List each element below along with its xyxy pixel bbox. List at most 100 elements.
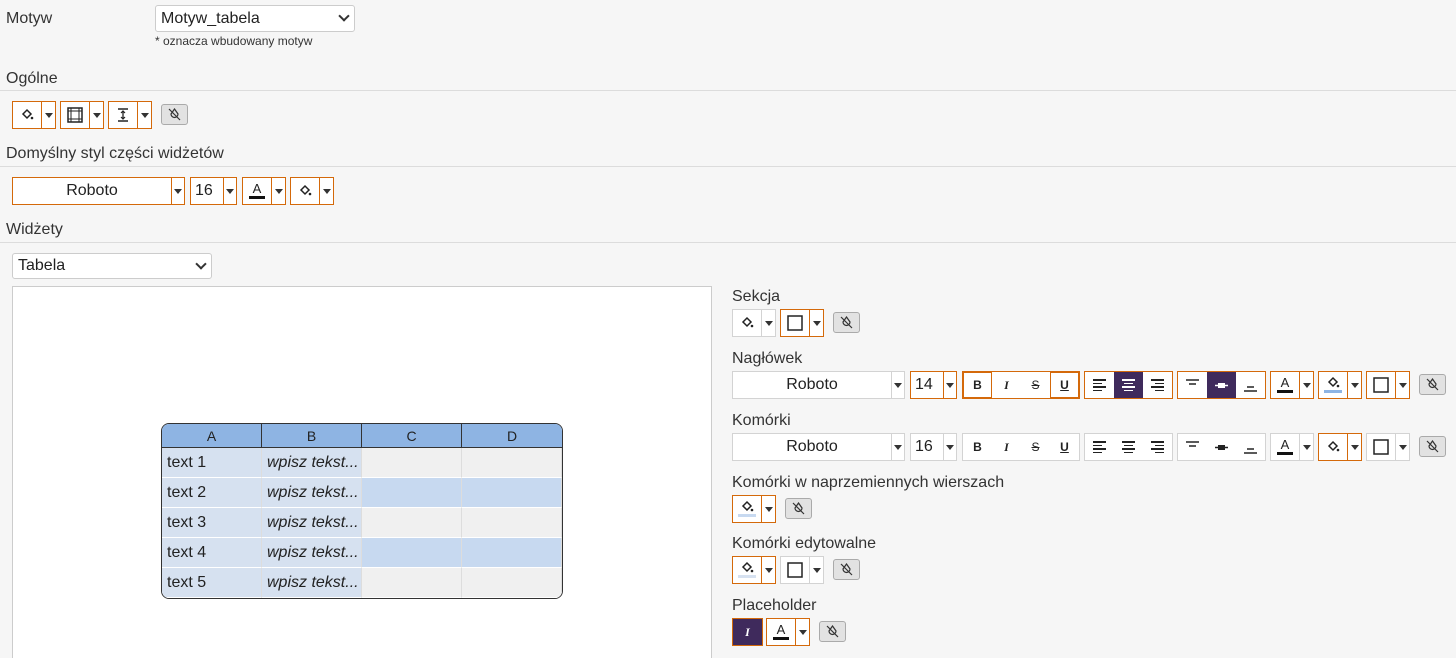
align-right-icon[interactable] [1143, 434, 1172, 460]
align-bottom-icon[interactable] [1236, 372, 1265, 398]
dropdown-arrow-icon[interactable] [137, 102, 151, 128]
dropdown-arrow-icon[interactable] [1347, 372, 1361, 398]
header-fill-button[interactable] [1318, 371, 1362, 399]
chevron-down-icon [338, 10, 350, 22]
default-size-select[interactable]: 16 [190, 177, 237, 205]
dropdown-arrow-icon[interactable] [223, 178, 236, 204]
table-cell [462, 448, 562, 478]
font-value: Roboto [786, 438, 838, 455]
font-value: Roboto [786, 376, 838, 393]
dropdown-arrow-icon[interactable] [1299, 372, 1313, 398]
align-top-icon[interactable] [1178, 434, 1207, 460]
underline-icon[interactable]: U [1050, 434, 1079, 460]
align-middle-icon[interactable] [1207, 372, 1236, 398]
reset-style-button[interactable] [1419, 374, 1446, 395]
reset-style-button[interactable] [819, 621, 846, 642]
table-cell[interactable]: wpisz tekst... [262, 508, 362, 538]
header-border-button[interactable] [1366, 371, 1410, 399]
cells-format-group: B I S U [962, 433, 1080, 461]
dropdown-arrow-icon[interactable] [809, 557, 823, 583]
bold-icon[interactable]: B [963, 434, 992, 460]
header-size-select[interactable]: 14 [910, 371, 957, 399]
paint-bucket-icon [733, 496, 761, 522]
header-text-color-button[interactable]: A [1270, 371, 1314, 399]
table-cell[interactable]: wpisz tekst... [262, 448, 362, 478]
no-style-icon [168, 108, 181, 121]
alt-rows-fill-button[interactable] [732, 495, 776, 523]
size-value: 16 [915, 438, 933, 455]
dropdown-arrow-icon[interactable] [1347, 434, 1361, 460]
dropdown-arrow-icon[interactable] [761, 557, 775, 583]
dropdown-arrow-icon[interactable] [319, 178, 333, 204]
dropdown-arrow-icon[interactable] [761, 310, 775, 336]
reset-style-button[interactable] [161, 104, 188, 125]
dropdown-arrow-icon[interactable] [171, 178, 184, 204]
align-left-icon[interactable] [1085, 372, 1114, 398]
dropdown-arrow-icon[interactable] [891, 372, 904, 398]
widget-select[interactable]: Tabela [12, 253, 212, 279]
dropdown-arrow-icon[interactable] [1395, 434, 1409, 460]
general-fill-button[interactable] [12, 101, 56, 129]
section-fill-button[interactable] [732, 309, 776, 337]
strikethrough-icon[interactable]: S [1021, 372, 1050, 398]
general-border-button[interactable] [60, 101, 104, 129]
placeholder-text-color-button[interactable]: A [766, 618, 810, 646]
size-value: 14 [915, 376, 933, 393]
dropdown-arrow-icon[interactable] [943, 372, 956, 398]
default-font-select[interactable]: Roboto [12, 177, 185, 205]
section-border-button[interactable] [780, 309, 824, 337]
cells-size-select[interactable]: 16 [910, 433, 957, 461]
theme-select[interactable]: Motyw_tabela [155, 5, 355, 32]
default-text-color-button[interactable]: A [242, 177, 286, 205]
reset-style-button[interactable] [785, 498, 812, 519]
cells-font-select[interactable]: Roboto [732, 433, 905, 461]
dropdown-arrow-icon[interactable] [761, 496, 775, 522]
bold-icon[interactable]: B [963, 372, 992, 398]
dropdown-arrow-icon[interactable] [795, 619, 809, 645]
theme-hint: * oznacza wbudowany motyw [155, 34, 313, 48]
align-center-icon[interactable] [1114, 434, 1143, 460]
chevron-down-icon [195, 257, 207, 270]
align-left-icon[interactable] [1085, 434, 1114, 460]
cells-border-button[interactable] [1366, 433, 1410, 461]
italic-icon[interactable]: I [992, 372, 1021, 398]
align-middle-icon[interactable] [1207, 434, 1236, 460]
reset-style-button[interactable] [833, 312, 860, 333]
dropdown-arrow-icon[interactable] [1395, 372, 1409, 398]
reset-style-button[interactable] [1419, 436, 1446, 457]
dropdown-arrow-icon[interactable] [89, 102, 103, 128]
table-cell [462, 568, 562, 598]
italic-icon[interactable]: I [992, 434, 1021, 460]
align-center-icon[interactable] [1114, 372, 1143, 398]
text-color-icon: A [1271, 434, 1299, 460]
dropdown-arrow-icon[interactable] [1299, 434, 1313, 460]
dropdown-arrow-icon[interactable] [891, 434, 904, 460]
editable-fill-button[interactable] [732, 556, 776, 584]
theme-label: Motyw [6, 10, 53, 27]
general-spacing-button[interactable] [108, 101, 152, 129]
align-top-icon[interactable] [1178, 372, 1207, 398]
alt-rows-title: Komórki w naprzemiennych wierszach [732, 474, 1005, 491]
header-font-select[interactable]: Roboto [732, 371, 905, 399]
reset-style-button[interactable] [833, 559, 860, 580]
dropdown-arrow-icon[interactable] [41, 102, 55, 128]
table-cell[interactable]: wpisz tekst... [262, 478, 362, 508]
divider [0, 166, 1456, 167]
editable-border-button[interactable] [780, 556, 824, 584]
dropdown-arrow-icon[interactable] [809, 310, 823, 336]
table-cell[interactable]: wpisz tekst... [262, 568, 362, 598]
strikethrough-icon[interactable]: S [1021, 434, 1050, 460]
dropdown-arrow-icon[interactable] [271, 178, 285, 204]
paint-bucket-icon [13, 102, 41, 128]
cells-text-color-button[interactable]: A [1270, 433, 1314, 461]
dropdown-arrow-icon[interactable] [943, 434, 956, 460]
no-style-icon [1426, 378, 1439, 391]
align-bottom-icon[interactable] [1236, 434, 1265, 460]
table-cell[interactable]: wpisz tekst... [262, 538, 362, 568]
underline-icon[interactable]: U [1050, 372, 1079, 398]
align-right-icon[interactable] [1143, 372, 1172, 398]
italic-icon[interactable]: I [733, 619, 762, 645]
table-cell [362, 538, 462, 568]
default-fill-button[interactable] [290, 177, 334, 205]
cells-fill-button[interactable] [1318, 433, 1362, 461]
